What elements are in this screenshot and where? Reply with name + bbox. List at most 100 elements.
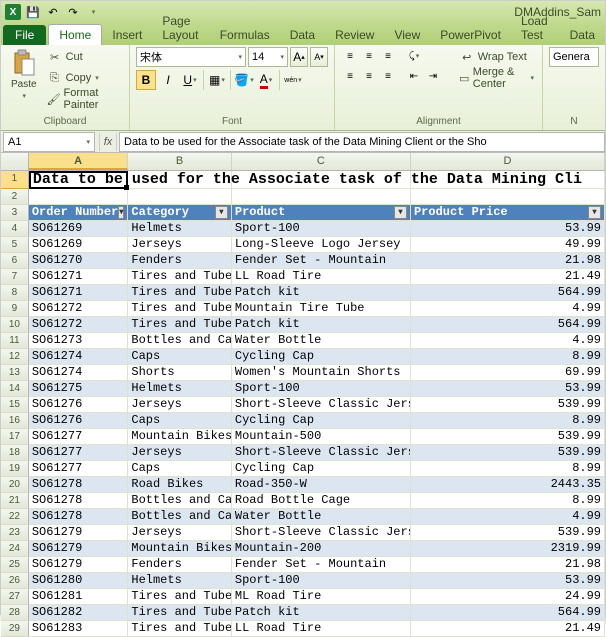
cell[interactable]: Patch kit xyxy=(232,317,411,333)
cell[interactable]: 8.99 xyxy=(411,349,605,365)
cell[interactable] xyxy=(411,189,605,205)
cell[interactable]: SO61278 xyxy=(29,477,129,493)
cell[interactable]: SO61278 xyxy=(29,493,129,509)
row-header[interactable]: 11 xyxy=(1,333,29,349)
cell[interactable]: Helmets xyxy=(128,381,232,397)
cell[interactable]: SO61274 xyxy=(29,365,129,381)
cell[interactable]: 539.99 xyxy=(411,445,605,461)
row-header[interactable]: 10 xyxy=(1,317,29,333)
cell[interactable]: Women's Mountain Shorts xyxy=(232,365,411,381)
row-header[interactable]: 27 xyxy=(1,589,29,605)
cell[interactable]: Road Bikes xyxy=(128,477,232,493)
row-header[interactable]: 25 xyxy=(1,557,29,573)
cell[interactable]: Data to be used for the Associate task o… xyxy=(29,171,129,189)
cell[interactable]: Mountain Bikes xyxy=(128,541,232,557)
cell[interactable]: Mountain Tire Tube xyxy=(232,301,411,317)
cell[interactable]: LL Road Tire xyxy=(232,621,411,637)
cell[interactable]: Helmets xyxy=(128,573,232,589)
cell[interactable]: 49.99 xyxy=(411,237,605,253)
cell[interactable]: SO61279 xyxy=(29,541,129,557)
cell[interactable]: SO61274 xyxy=(29,349,129,365)
tab-data[interactable]: Data xyxy=(280,25,325,45)
cell[interactable]: 4.99 xyxy=(411,301,605,317)
cell[interactable]: 4.99 xyxy=(411,333,605,349)
cell[interactable]: Cycling Cap xyxy=(232,413,411,429)
cell[interactable]: Tires and Tubes xyxy=(128,285,232,301)
cell[interactable]: 69.99 xyxy=(411,365,605,381)
cell[interactable]: SO61277 xyxy=(29,429,129,445)
decrease-indent-button[interactable]: ⇤ xyxy=(405,67,423,85)
number-format-selector[interactable]: Genera xyxy=(549,47,599,67)
row-header[interactable]: 24 xyxy=(1,541,29,557)
cell[interactable]: 564.99 xyxy=(411,317,605,333)
tab-page-layout[interactable]: Page Layout xyxy=(152,11,209,45)
cell[interactable]: 564.99 xyxy=(411,605,605,621)
cell[interactable]: Mountain-500 xyxy=(232,429,411,445)
copy-button[interactable]: ⎘Copy▾ xyxy=(45,68,123,88)
cell[interactable]: ML Road Tire xyxy=(232,589,411,605)
align-bottom-button[interactable]: ≡ xyxy=(379,47,397,65)
cell[interactable]: SO61279 xyxy=(29,525,129,541)
cell[interactable]: SO61279 xyxy=(29,557,129,573)
row-header[interactable]: 8 xyxy=(1,285,29,301)
tab-load-test[interactable]: Load Test xyxy=(511,11,560,45)
row-header[interactable]: 9 xyxy=(1,301,29,317)
cell[interactable]: SO61275 xyxy=(29,381,129,397)
cell[interactable]: 21.49 xyxy=(411,269,605,285)
row-header[interactable]: 21 xyxy=(1,493,29,509)
table-header[interactable]: Order Number▾ xyxy=(29,205,129,221)
cell[interactable]: Tires and Tubes xyxy=(128,269,232,285)
cell[interactable]: Patch kit xyxy=(232,285,411,301)
row-header[interactable]: 2 xyxy=(1,189,29,205)
cell[interactable]: Road Bottle Cage xyxy=(232,493,411,509)
underline-button[interactable]: U▾ xyxy=(180,70,200,90)
cell[interactable]: Jerseys xyxy=(128,525,232,541)
cell[interactable]: Bottles and Cages xyxy=(128,493,232,509)
row-header[interactable]: 3 xyxy=(1,205,29,221)
cell[interactable]: Tires and Tubes xyxy=(128,605,232,621)
cell[interactable]: Fenders xyxy=(128,557,232,573)
tab-file[interactable]: File xyxy=(3,25,46,45)
cell[interactable]: SO61283 xyxy=(29,621,129,637)
row-header[interactable]: 4 xyxy=(1,221,29,237)
align-top-button[interactable]: ≡ xyxy=(341,47,359,65)
cell[interactable]: Short-Sleeve Classic Jers xyxy=(232,525,411,541)
qat-dropdown-icon[interactable]: ▾ xyxy=(85,4,101,20)
cell[interactable]: Tires and Tubes xyxy=(128,621,232,637)
row-header[interactable]: 28 xyxy=(1,605,29,621)
cell[interactable]: 539.99 xyxy=(411,525,605,541)
cell[interactable] xyxy=(128,189,232,205)
filter-icon[interactable]: ▾ xyxy=(588,206,601,219)
row-header[interactable]: 22 xyxy=(1,509,29,525)
cell[interactable]: Jerseys xyxy=(128,445,232,461)
row-header[interactable]: 17 xyxy=(1,429,29,445)
cell[interactable]: Sport-100 xyxy=(232,221,411,237)
cell[interactable] xyxy=(232,189,411,205)
cell[interactable]: Water Bottle xyxy=(232,509,411,525)
row-header[interactable]: 15 xyxy=(1,397,29,413)
table-header[interactable]: Category▾ xyxy=(128,205,232,221)
cell[interactable]: SO61272 xyxy=(29,301,129,317)
col-header-b[interactable]: B xyxy=(128,153,231,170)
cell[interactable]: SO61272 xyxy=(29,317,129,333)
cell[interactable]: 4.99 xyxy=(411,509,605,525)
paste-button[interactable]: Paste ▾ xyxy=(7,47,41,102)
row-header[interactable]: 5 xyxy=(1,237,29,253)
row-header[interactable]: 14 xyxy=(1,381,29,397)
border-button[interactable]: ▦▾ xyxy=(207,70,227,90)
shrink-font-button[interactable]: A▾ xyxy=(310,47,328,67)
cell[interactable]: 8.99 xyxy=(411,493,605,509)
cell[interactable]: 21.98 xyxy=(411,253,605,269)
cell[interactable]: Fender Set - Mountain xyxy=(232,557,411,573)
cell[interactable]: 2319.99 xyxy=(411,541,605,557)
cell[interactable]: 53.99 xyxy=(411,381,605,397)
cell[interactable]: Sport-100 xyxy=(232,573,411,589)
cell[interactable]: Mountain-200 xyxy=(232,541,411,557)
redo-icon[interactable]: ↷ xyxy=(65,4,81,20)
cell[interactable]: Fender Set - Mountain xyxy=(232,253,411,269)
tab-view[interactable]: View xyxy=(384,25,430,45)
cell[interactable]: 21.98 xyxy=(411,557,605,573)
align-middle-button[interactable]: ≡ xyxy=(360,47,378,65)
cell[interactable]: Cycling Cap xyxy=(232,461,411,477)
cell[interactable]: 8.99 xyxy=(411,413,605,429)
